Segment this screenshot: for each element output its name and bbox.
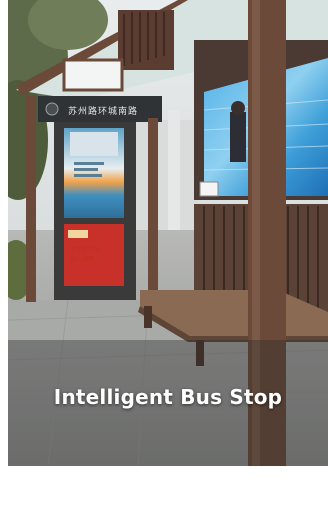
screen-figure-head xyxy=(231,101,245,115)
kiosk-banner-line: 百年老字号 xyxy=(70,246,101,253)
bench-leg xyxy=(144,306,152,328)
notice-placard xyxy=(199,181,219,197)
kiosk-text-line xyxy=(74,174,102,177)
bus-stop-photo: 苏州路环城南路 百年老字号 放心消费 Intelligent Bus Stop xyxy=(8,0,328,466)
left-post xyxy=(26,96,36,302)
kiosk-text-line xyxy=(74,168,98,171)
image-caption: Intelligent Bus Stop xyxy=(53,385,283,409)
bus-logo-icon xyxy=(45,102,59,116)
screen-figure xyxy=(230,112,246,162)
canopy-light-panel xyxy=(62,58,124,92)
kiosk-ad-logo xyxy=(68,230,88,238)
canopy-louver xyxy=(118,10,174,70)
kiosk-banner-line: 放心消费 xyxy=(70,256,95,263)
stop-name-sign: 苏州路环城南路 xyxy=(68,107,139,117)
kiosk-text-line xyxy=(74,162,104,165)
background-building xyxy=(128,120,198,240)
kiosk-screen-photo xyxy=(70,132,118,156)
middle-post xyxy=(148,118,158,300)
background-pillar xyxy=(168,110,180,240)
